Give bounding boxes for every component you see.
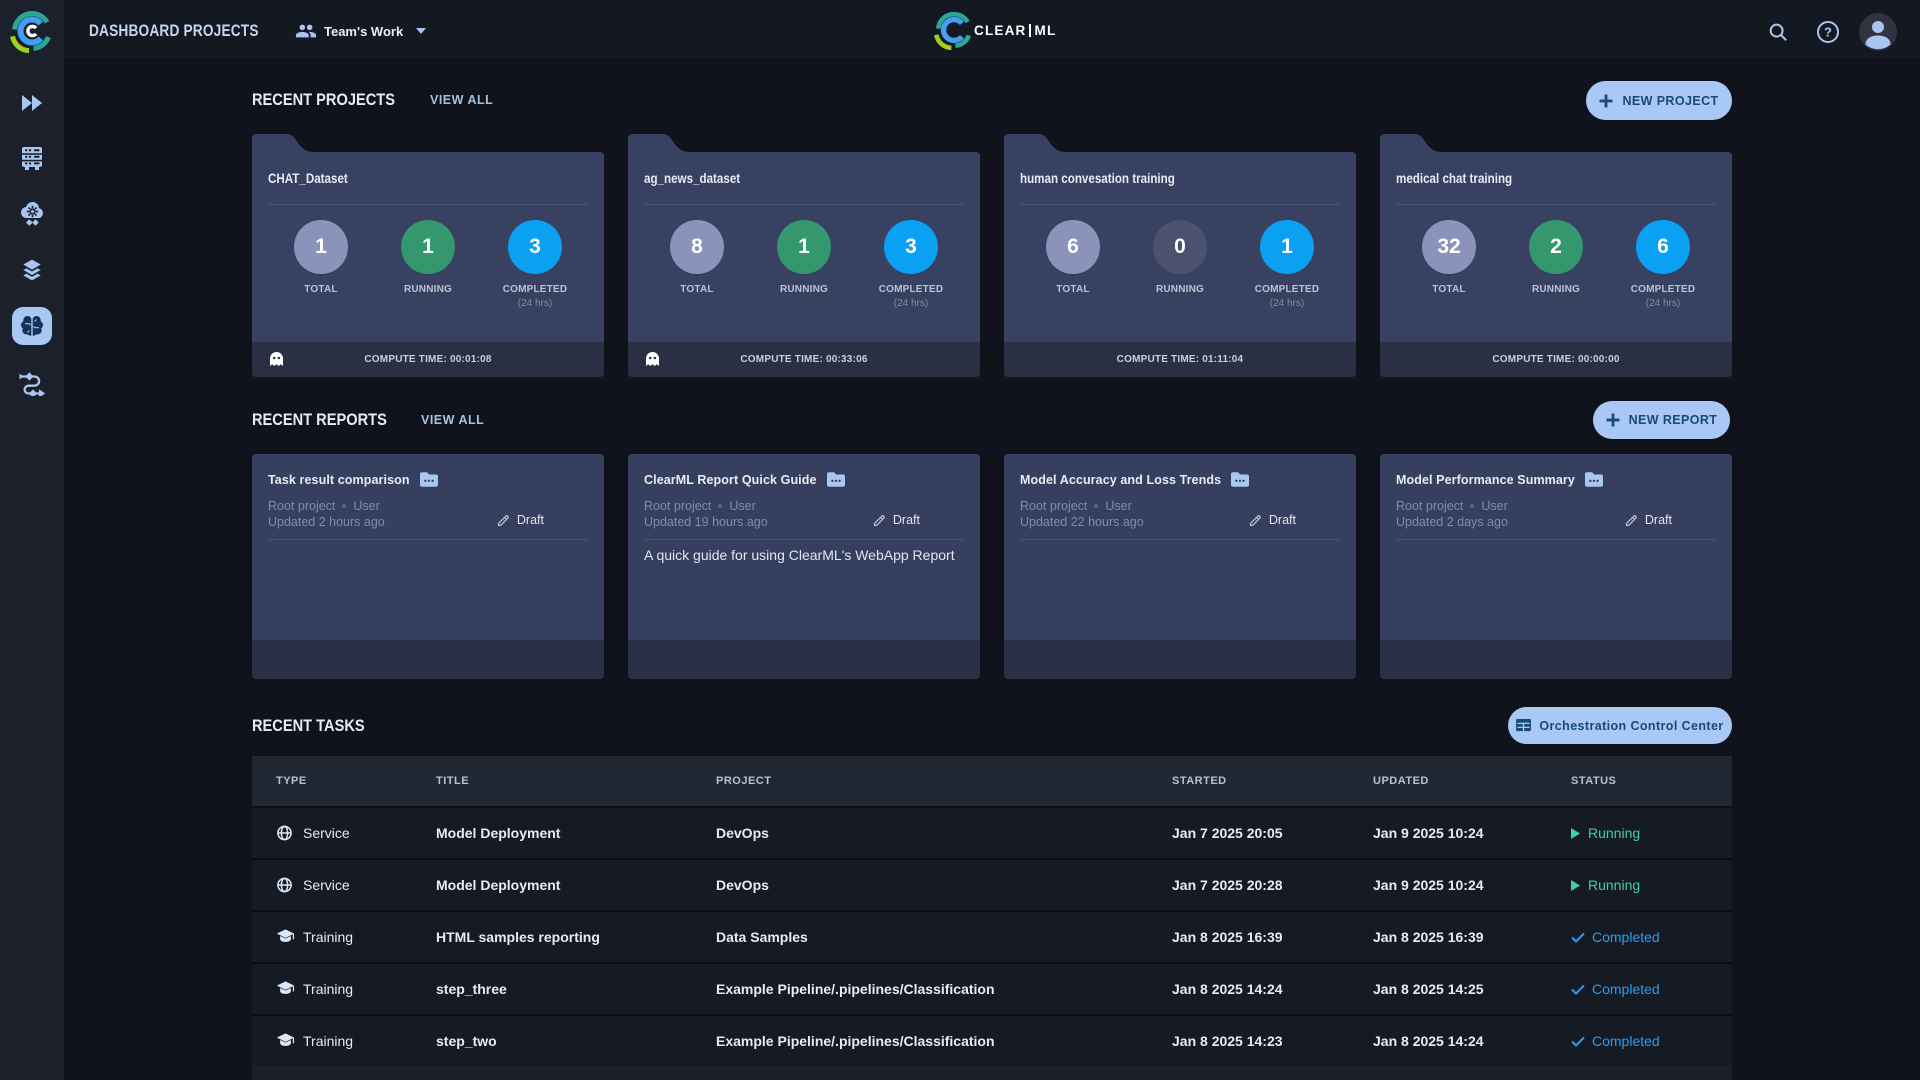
svg-text:?: ? — [1824, 25, 1832, 40]
